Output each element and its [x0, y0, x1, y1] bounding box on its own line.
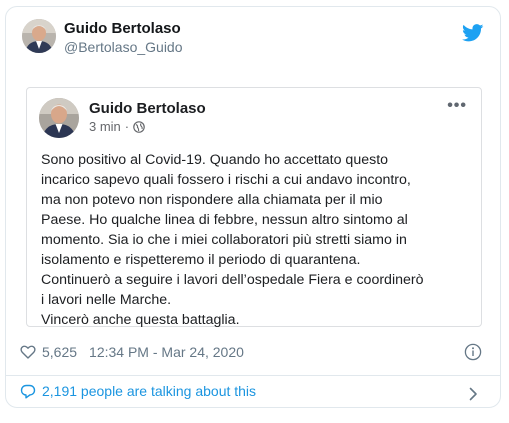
talking-about-link[interactable]: 2,191 people are talking about this [20, 383, 256, 399]
fb-post-line: Vincerò anche questa battaglia. [41, 312, 240, 328]
fb-post-line: ma non potevo non rispondere alla chiama… [41, 192, 383, 208]
globe-icon [133, 120, 145, 133]
info-icon[interactable] [464, 343, 482, 361]
fb-meta-separator: · [124, 119, 130, 134]
embedded-facebook-post[interactable]: Guido Bertolaso 3 min · ••• Sono positiv… [26, 87, 482, 330]
fb-post-line: incarico sapevo quali fossero i rischi a… [41, 172, 411, 188]
fb-post-line: momento. Sia io che i miei collaboratori… [41, 232, 407, 248]
more-options-icon[interactable]: ••• [447, 98, 467, 114]
tweet-timestamp[interactable]: 12:34 PM - Mar 24, 2020 [89, 344, 244, 360]
fb-post-meta: 3 min · [89, 119, 145, 134]
twitter-bird-icon[interactable] [462, 24, 484, 42]
fb-post-line: i lavori nelle Marche. [41, 292, 172, 308]
fb-author-name[interactable]: Guido Bertolaso [89, 100, 206, 117]
tweet-author-name[interactable]: Guido Bertolaso [64, 20, 181, 37]
heart-icon[interactable] [20, 345, 36, 359]
tweet-stats: 5,625 12:34 PM - Mar 24, 2020 [20, 344, 244, 360]
tweet-author-avatar[interactable] [22, 19, 56, 53]
card-divider [6, 375, 500, 376]
tweet-author-handle[interactable]: @Bertolaso_Guido [64, 39, 183, 55]
fb-time-ago[interactable]: 3 min [89, 119, 121, 134]
fb-post-line: Paese. Ho qualche linea di febbre, nessu… [41, 212, 408, 228]
like-count[interactable]: 5,625 [42, 344, 77, 360]
fb-post-line: Sono positivo al Covid-19. Quando ho acc… [41, 152, 389, 168]
tweet-embed-card: Guido Bertolaso @Bertolaso_Guido Guido B… [5, 6, 501, 408]
chevron-right-icon[interactable] [468, 387, 478, 401]
fb-post-line: Continuerò a seguire i lavori dell’osped… [41, 272, 424, 288]
fb-post-text: Sono positivo al Covid-19. Quando ho acc… [41, 150, 473, 330]
fb-post-line: isolamento e rispetteremo il periodo di … [41, 252, 361, 268]
talking-about-text[interactable]: 2,191 people are talking about this [42, 383, 256, 399]
fb-author-avatar[interactable] [39, 98, 79, 138]
speech-bubble-icon [20, 384, 36, 398]
